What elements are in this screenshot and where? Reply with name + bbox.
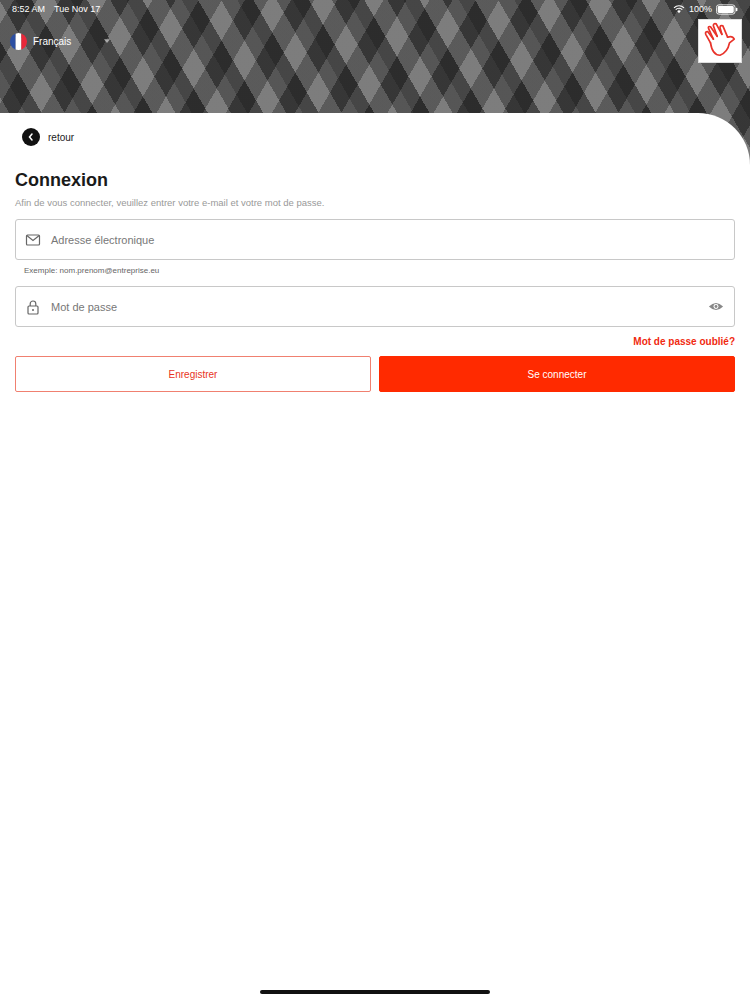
language-label: Français [33,36,71,47]
lock-icon [25,299,41,315]
logo [698,19,742,63]
chevron-left-icon [26,132,36,142]
field-placeholder: Mot de passe [51,301,698,313]
mail-icon [25,232,41,248]
title: Connexion [15,170,735,191]
password-field[interactable]: Mot de passe [15,286,735,327]
status-time: 8:52 AM [12,4,45,14]
login-screen: 8:52 AM Tue Nov 17 100% Français retour Conne… [0,0,750,1000]
battery-level: 100% [689,4,712,14]
dropdown-caret-icon [104,39,110,43]
back-button[interactable]: retour [15,128,735,146]
forgot-password-link[interactable]: Mot de passe oublié? [633,336,735,347]
language-selector[interactable]: Français [9,32,110,51]
hand-logo-icon [701,22,739,60]
login-card: retour Connexion Afin de vous connecter, v… [0,113,750,1000]
primary-button[interactable]: Se connecter [379,356,735,392]
eye-icon[interactable] [708,301,724,312]
secondary-button[interactable]: Enregistrer [15,356,371,392]
home-indicator [260,990,490,994]
back-label: retour [48,132,74,143]
field-placeholder: Adresse électronique [51,234,724,246]
french-flag-icon [9,32,28,51]
status-date: Tue Nov 17 [54,4,100,14]
subtitle: Afin de vous connecter, veuillez entrer … [15,197,735,208]
field-hint: Exemple: nom.prenom@entreprise.eu [24,266,735,275]
email-field[interactable]: Adresse électronique [15,219,735,260]
wifi-icon [673,4,685,14]
status-bar: 8:52 AM Tue Nov 17 100% [0,0,750,17]
battery-icon [716,4,738,15]
